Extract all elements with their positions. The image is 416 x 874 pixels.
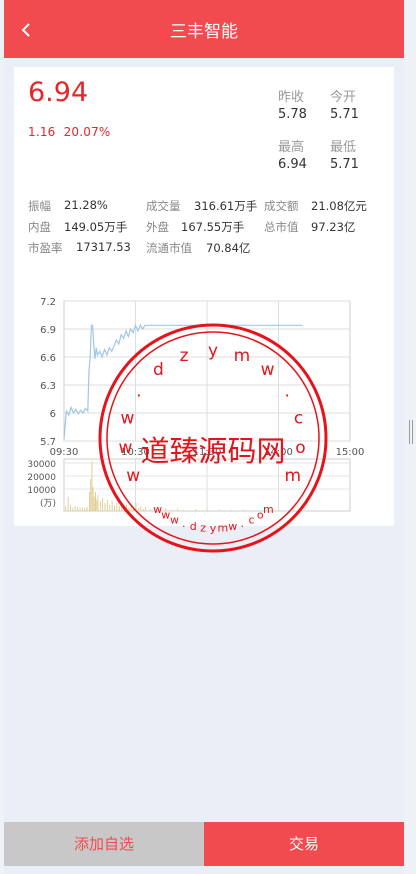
low-value: 5.71 bbox=[330, 157, 359, 172]
price-tick-label: 6 bbox=[50, 409, 56, 420]
volume-bar bbox=[79, 507, 81, 511]
seal-ring-char: d bbox=[153, 360, 164, 380]
seal-center-text: 道臻源码网 bbox=[140, 434, 285, 468]
seal-ring-char: w bbox=[119, 438, 133, 458]
stat-value: 316.61万手 bbox=[194, 199, 258, 213]
volume-bar bbox=[92, 487, 94, 511]
top-bar: 三丰智能 bbox=[4, 0, 404, 58]
stat-value: 97.23亿 bbox=[311, 220, 356, 234]
seal-ring-char: d bbox=[190, 520, 197, 533]
price-tick-label: 6.3 bbox=[40, 381, 56, 392]
watermark-seal: www.dz y mw.comw w w. d z y m w. c o m 道臻源码网 bbox=[98, 323, 328, 553]
time-tick-label: 09:30 bbox=[50, 447, 79, 458]
stat-label: 内盘 bbox=[28, 220, 51, 234]
add-watchlist-button[interactable]: 添加自选 bbox=[4, 822, 204, 866]
volume-tick-label: 20000 bbox=[27, 473, 56, 483]
seal-ring-char: y bbox=[210, 522, 217, 535]
stat-label: 流通市值 bbox=[146, 241, 192, 255]
volume-bar bbox=[81, 507, 83, 511]
high-value: 6.94 bbox=[278, 157, 307, 172]
seal-ring-char: z bbox=[180, 346, 189, 366]
seal-ring-char: o bbox=[295, 438, 305, 458]
seal-ring-char: m bbox=[218, 522, 229, 535]
volume-tick-label: (万) bbox=[40, 499, 56, 509]
volume-bar bbox=[86, 506, 88, 511]
volume-bar bbox=[67, 496, 69, 511]
scroll-handle[interactable] bbox=[409, 420, 416, 444]
volume-bar bbox=[90, 479, 92, 511]
volume-bar bbox=[77, 507, 79, 511]
seal-ring-char: m bbox=[285, 466, 302, 486]
seal-ring-char: . bbox=[241, 517, 245, 530]
page-title: 三丰智能 bbox=[170, 22, 238, 42]
open-value: 5.71 bbox=[330, 107, 359, 122]
stat-label: 总市值 bbox=[264, 220, 299, 234]
price-tick-label: 6.6 bbox=[40, 353, 56, 364]
open-label: 今开 bbox=[330, 90, 357, 105]
prev-close-label: 昨收 bbox=[278, 90, 305, 105]
time-tick-label: 15:00 bbox=[336, 447, 365, 458]
seal-ring-char: m bbox=[234, 346, 251, 366]
seal-ring-char: c bbox=[294, 409, 303, 429]
volume-bar bbox=[70, 504, 71, 511]
volume-tick-label: 10000 bbox=[27, 486, 56, 496]
seal-ring-char: c bbox=[248, 513, 254, 526]
stat-label: 成交额 bbox=[264, 199, 299, 213]
stat-value: 70.84亿 bbox=[206, 241, 251, 255]
volume-bar bbox=[65, 506, 67, 511]
seal-ring-char: z bbox=[200, 522, 206, 535]
app-frame: 三丰智能 6.94 1.16 20.07% 昨收 今开 5.78 5.71 最高… bbox=[4, 0, 404, 874]
seal-ring-char: w bbox=[261, 360, 275, 380]
stat-label: 市盈率 bbox=[28, 241, 63, 255]
change-amount: 1.16 bbox=[28, 125, 56, 139]
seal-ring-char: . bbox=[136, 382, 141, 402]
seal-ring-char: . bbox=[182, 517, 186, 530]
change-percent: 20.07% bbox=[63, 125, 111, 139]
high-label: 最高 bbox=[278, 140, 305, 155]
stat-value: 167.55万手 bbox=[181, 220, 245, 234]
volume-bar bbox=[84, 508, 86, 511]
volume-bar bbox=[72, 507, 74, 511]
price-tick-label: 6.9 bbox=[40, 325, 56, 336]
volume-tick-label: 30000 bbox=[27, 460, 56, 470]
seal-ring-char: w bbox=[161, 509, 170, 522]
stat-label: 外盘 bbox=[146, 220, 169, 234]
price-tick-label: 7.2 bbox=[40, 297, 56, 308]
prev-close-value: 5.78 bbox=[278, 107, 307, 122]
seal-ring-char: w bbox=[120, 409, 134, 429]
seal-ring-char: . bbox=[284, 382, 289, 402]
stat-value: 21.08亿元 bbox=[311, 199, 367, 213]
price-change: 1.16 20.07% bbox=[28, 125, 111, 139]
seal-ring-char: y bbox=[208, 341, 218, 361]
volume-bar bbox=[74, 506, 76, 511]
low-label: 最低 bbox=[330, 140, 357, 155]
trade-button[interactable]: 交易 bbox=[204, 822, 404, 866]
stat-value: 17317.53 bbox=[76, 240, 131, 254]
bottom-strip bbox=[4, 866, 404, 874]
stat-label: 振幅 bbox=[28, 199, 51, 213]
stat-value: 21.28% bbox=[64, 198, 108, 212]
seal-ring-char: m bbox=[263, 503, 274, 516]
seal-ring-char: w bbox=[126, 466, 140, 486]
seal-ring-char: w bbox=[228, 520, 237, 533]
current-price: 6.94 bbox=[28, 77, 89, 108]
stat-value: 149.05万手 bbox=[64, 220, 128, 234]
volume-bar bbox=[91, 461, 93, 511]
volume-bar bbox=[89, 491, 90, 511]
stat-label: 成交量 bbox=[146, 199, 181, 213]
volume-bar bbox=[93, 496, 95, 511]
seal-ring-char: w bbox=[170, 513, 179, 526]
